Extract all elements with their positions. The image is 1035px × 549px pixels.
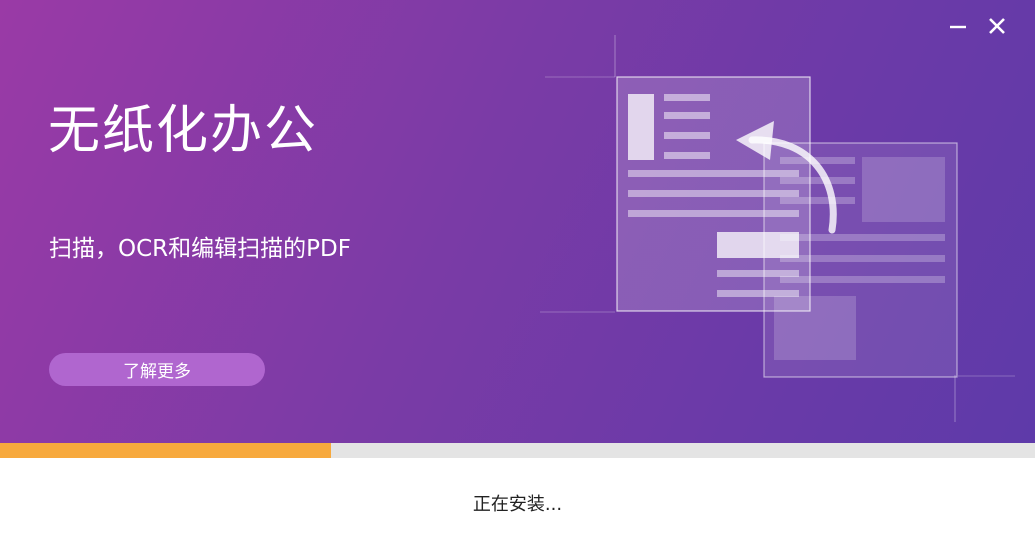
- promo-banner: 无纸化办公 扫描，OCR和编辑扫描的PDF 了解更多: [0, 0, 1035, 443]
- document-scan-illustration: [540, 35, 1015, 422]
- install-status-text: 正在安装...: [472, 494, 563, 515]
- subheadline: 扫描，OCR和编辑扫描的PDF: [49, 236, 351, 262]
- headline: 无纸化办公: [48, 101, 319, 161]
- install-progress-bar: [0, 443, 1035, 458]
- front-document: [616, 76, 811, 312]
- installer-window: 无纸化办公 扫描，OCR和编辑扫描的PDF 了解更多 正在安装...: [0, 0, 1035, 549]
- learn-more-button[interactable]: 了解更多: [49, 353, 265, 386]
- install-progress-fill: [0, 443, 332, 458]
